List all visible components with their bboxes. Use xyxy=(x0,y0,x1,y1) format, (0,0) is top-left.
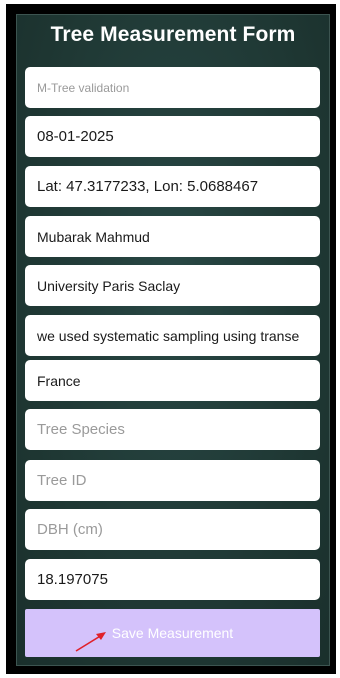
validation-field[interactable]: M-Tree validation xyxy=(25,67,320,108)
measurement-value-field[interactable]: 18.197075 xyxy=(25,559,320,600)
methodology-field[interactable]: we used systematic sampling using transe xyxy=(25,315,320,356)
location-field[interactable]: Lat: 47.3177233, Lon: 5.0688467 xyxy=(25,166,320,207)
tree-species-field[interactable]: Tree Species xyxy=(25,409,320,450)
dbh-field[interactable]: DBH (cm) xyxy=(25,509,320,550)
tree-id-field[interactable]: Tree ID xyxy=(25,460,320,501)
save-measurement-button[interactable]: Save Measurement xyxy=(25,609,320,657)
country-field[interactable]: France xyxy=(25,360,320,401)
form-title: Tree Measurement Form xyxy=(50,23,296,46)
date-field[interactable]: 08-01-2025 xyxy=(25,116,320,157)
observer-name-field[interactable]: Mubarak Mahmud xyxy=(25,216,320,257)
institution-field[interactable]: University Paris Saclay xyxy=(25,265,320,306)
pointer-arrow-icon xyxy=(75,632,106,652)
